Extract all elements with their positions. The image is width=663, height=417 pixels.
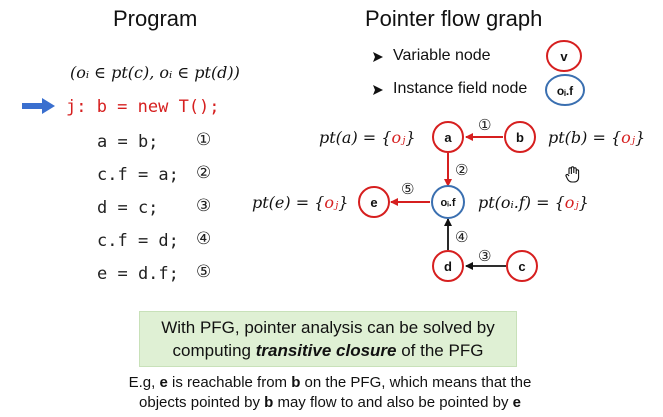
node-label: d	[444, 259, 452, 274]
node-b: b	[504, 121, 536, 153]
pfg-summary-banner: With PFG, pointer analysis can be solved…	[139, 311, 517, 367]
pt-b-label: pt(b) = {oⱼ}	[548, 128, 645, 147]
pt-e-label: pt(e) = {oⱼ}	[252, 193, 348, 212]
node-field-oi-f: oᵢ.f	[431, 185, 465, 219]
node-label: oᵢ.f	[441, 197, 456, 209]
node-d: d	[432, 250, 464, 282]
banner-line-1: With PFG, pointer analysis can be solved…	[161, 318, 495, 337]
pt-of-label: pt(oᵢ.f) = {oⱼ}	[478, 193, 589, 212]
node-label: e	[370, 195, 377, 210]
legend-variable-node: v	[546, 40, 582, 72]
node-e: e	[358, 186, 390, 218]
pt-a-label: pt(a) = {oⱼ}	[319, 128, 416, 147]
edge-number: ⑤	[401, 180, 414, 198]
reachability-explanation: E.g, e is reachable from b on the PFG, w…	[60, 373, 600, 413]
edge-number: ②	[455, 161, 468, 179]
node-a: a	[432, 121, 464, 153]
edge-number: ①	[478, 116, 491, 134]
legend-variable-symbol: v	[560, 49, 568, 64]
footer-line-1: E.g, e is reachable from b on the PFG, w…	[128, 374, 532, 391]
edge-number: ③	[478, 247, 491, 265]
legend-field-symbol: oᵢ.f	[557, 84, 574, 98]
footer-line-2: objects pointed by b may flow to and als…	[139, 394, 521, 411]
node-label: c	[518, 259, 525, 274]
node-label: a	[444, 130, 452, 145]
legend-field-node: oᵢ.f	[545, 74, 585, 106]
edge-number: ④	[455, 228, 468, 246]
node-label: b	[516, 130, 524, 145]
node-c: c	[506, 250, 538, 282]
banner-line-2: computing transitive closure of the PFG	[172, 341, 484, 360]
